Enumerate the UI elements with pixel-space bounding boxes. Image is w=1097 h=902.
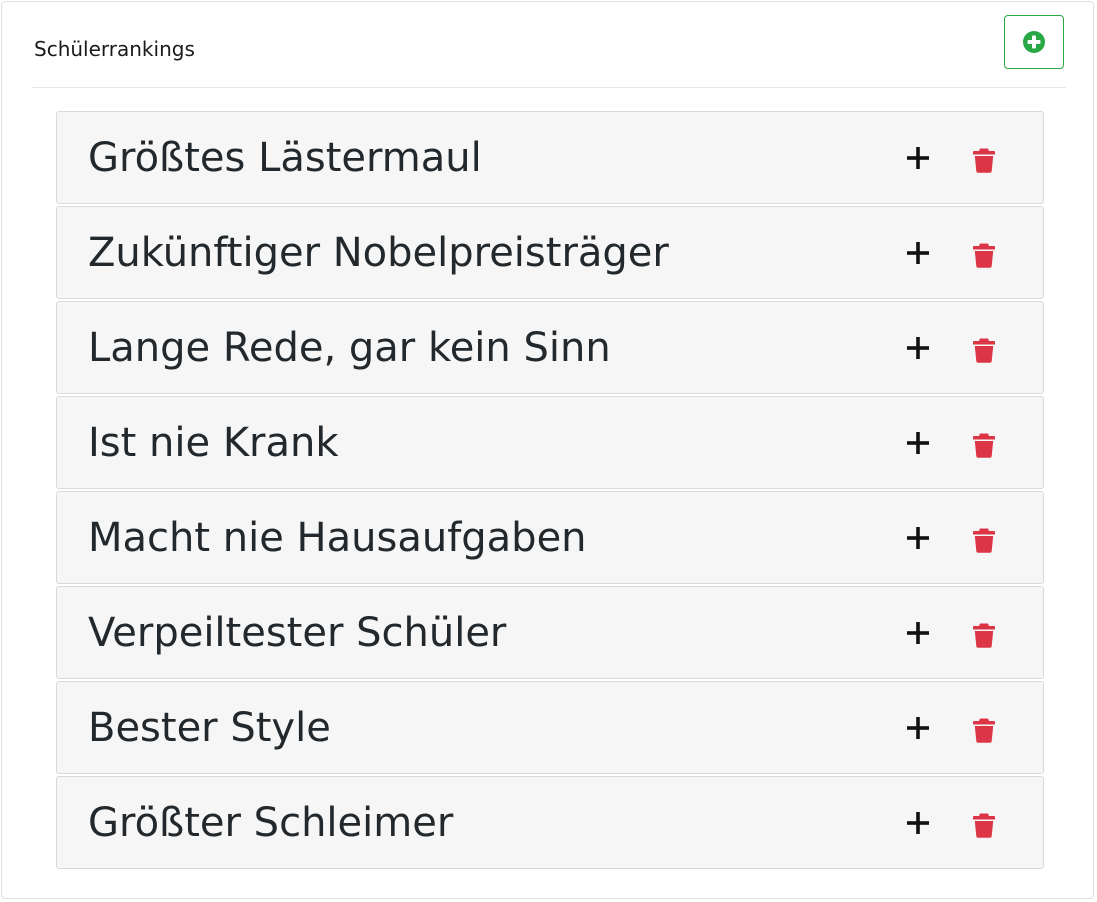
- ranking-title: Zukünftiger Nobelpreisträger: [88, 230, 669, 276]
- trash-icon: [973, 147, 995, 173]
- trash-icon: [973, 527, 995, 553]
- plus-icon: [906, 621, 930, 645]
- card-header: Schülerrankings: [32, 2, 1066, 88]
- delete-ranking-button[interactable]: [971, 811, 997, 839]
- add-nomination-button[interactable]: [903, 523, 933, 553]
- ranking-title: Ist nie Krank: [88, 420, 339, 466]
- ranking-title: Verpeiltester Schüler: [88, 610, 507, 656]
- page-title: Schülerrankings: [34, 37, 195, 61]
- add-nomination-button[interactable]: [903, 238, 933, 268]
- add-nomination-button[interactable]: [903, 808, 933, 838]
- plus-icon: [906, 811, 930, 835]
- delete-ranking-button[interactable]: [971, 146, 997, 174]
- plus-icon: [906, 336, 930, 360]
- plus-circle-icon: [1022, 30, 1046, 54]
- delete-ranking-button[interactable]: [971, 621, 997, 649]
- rankings-card: Schülerrankings Größtes Lästermaul Zukün…: [1, 1, 1094, 899]
- list-item[interactable]: Größter Schleimer: [56, 776, 1044, 869]
- list-item[interactable]: Bester Style: [56, 681, 1044, 774]
- add-nomination-button[interactable]: [903, 333, 933, 363]
- ranking-title: Lange Rede, gar kein Sinn: [88, 325, 611, 371]
- trash-icon: [973, 337, 995, 363]
- add-nomination-button[interactable]: [903, 713, 933, 743]
- ranking-title: Bester Style: [88, 705, 331, 751]
- list-item[interactable]: Lange Rede, gar kein Sinn: [56, 301, 1044, 394]
- list-item[interactable]: Zukünftiger Nobelpreisträger: [56, 206, 1044, 299]
- add-nomination-button[interactable]: [903, 618, 933, 648]
- trash-icon: [973, 717, 995, 743]
- ranking-title: Macht nie Hausaufgaben: [88, 515, 587, 561]
- delete-ranking-button[interactable]: [971, 336, 997, 364]
- list-item[interactable]: Größtes Lästermaul: [56, 111, 1044, 204]
- add-ranking-button[interactable]: [1004, 15, 1064, 69]
- plus-icon: [906, 526, 930, 550]
- ranking-title: Größter Schleimer: [88, 800, 454, 846]
- plus-icon: [906, 146, 930, 170]
- trash-icon: [973, 812, 995, 838]
- delete-ranking-button[interactable]: [971, 716, 997, 744]
- delete-ranking-button[interactable]: [971, 431, 997, 459]
- list-item[interactable]: Verpeiltester Schüler: [56, 586, 1044, 679]
- ranking-title: Größtes Lästermaul: [88, 135, 482, 181]
- plus-icon: [906, 716, 930, 740]
- ranking-list: Größtes Lästermaul Zukünftiger Nobelprei…: [56, 111, 1044, 871]
- add-nomination-button[interactable]: [903, 143, 933, 173]
- delete-ranking-button[interactable]: [971, 241, 997, 269]
- trash-icon: [973, 622, 995, 648]
- delete-ranking-button[interactable]: [971, 526, 997, 554]
- list-item[interactable]: Ist nie Krank: [56, 396, 1044, 489]
- plus-icon: [906, 241, 930, 265]
- trash-icon: [973, 432, 995, 458]
- plus-icon: [906, 431, 930, 455]
- add-nomination-button[interactable]: [903, 428, 933, 458]
- list-item[interactable]: Macht nie Hausaufgaben: [56, 491, 1044, 584]
- trash-icon: [973, 242, 995, 268]
